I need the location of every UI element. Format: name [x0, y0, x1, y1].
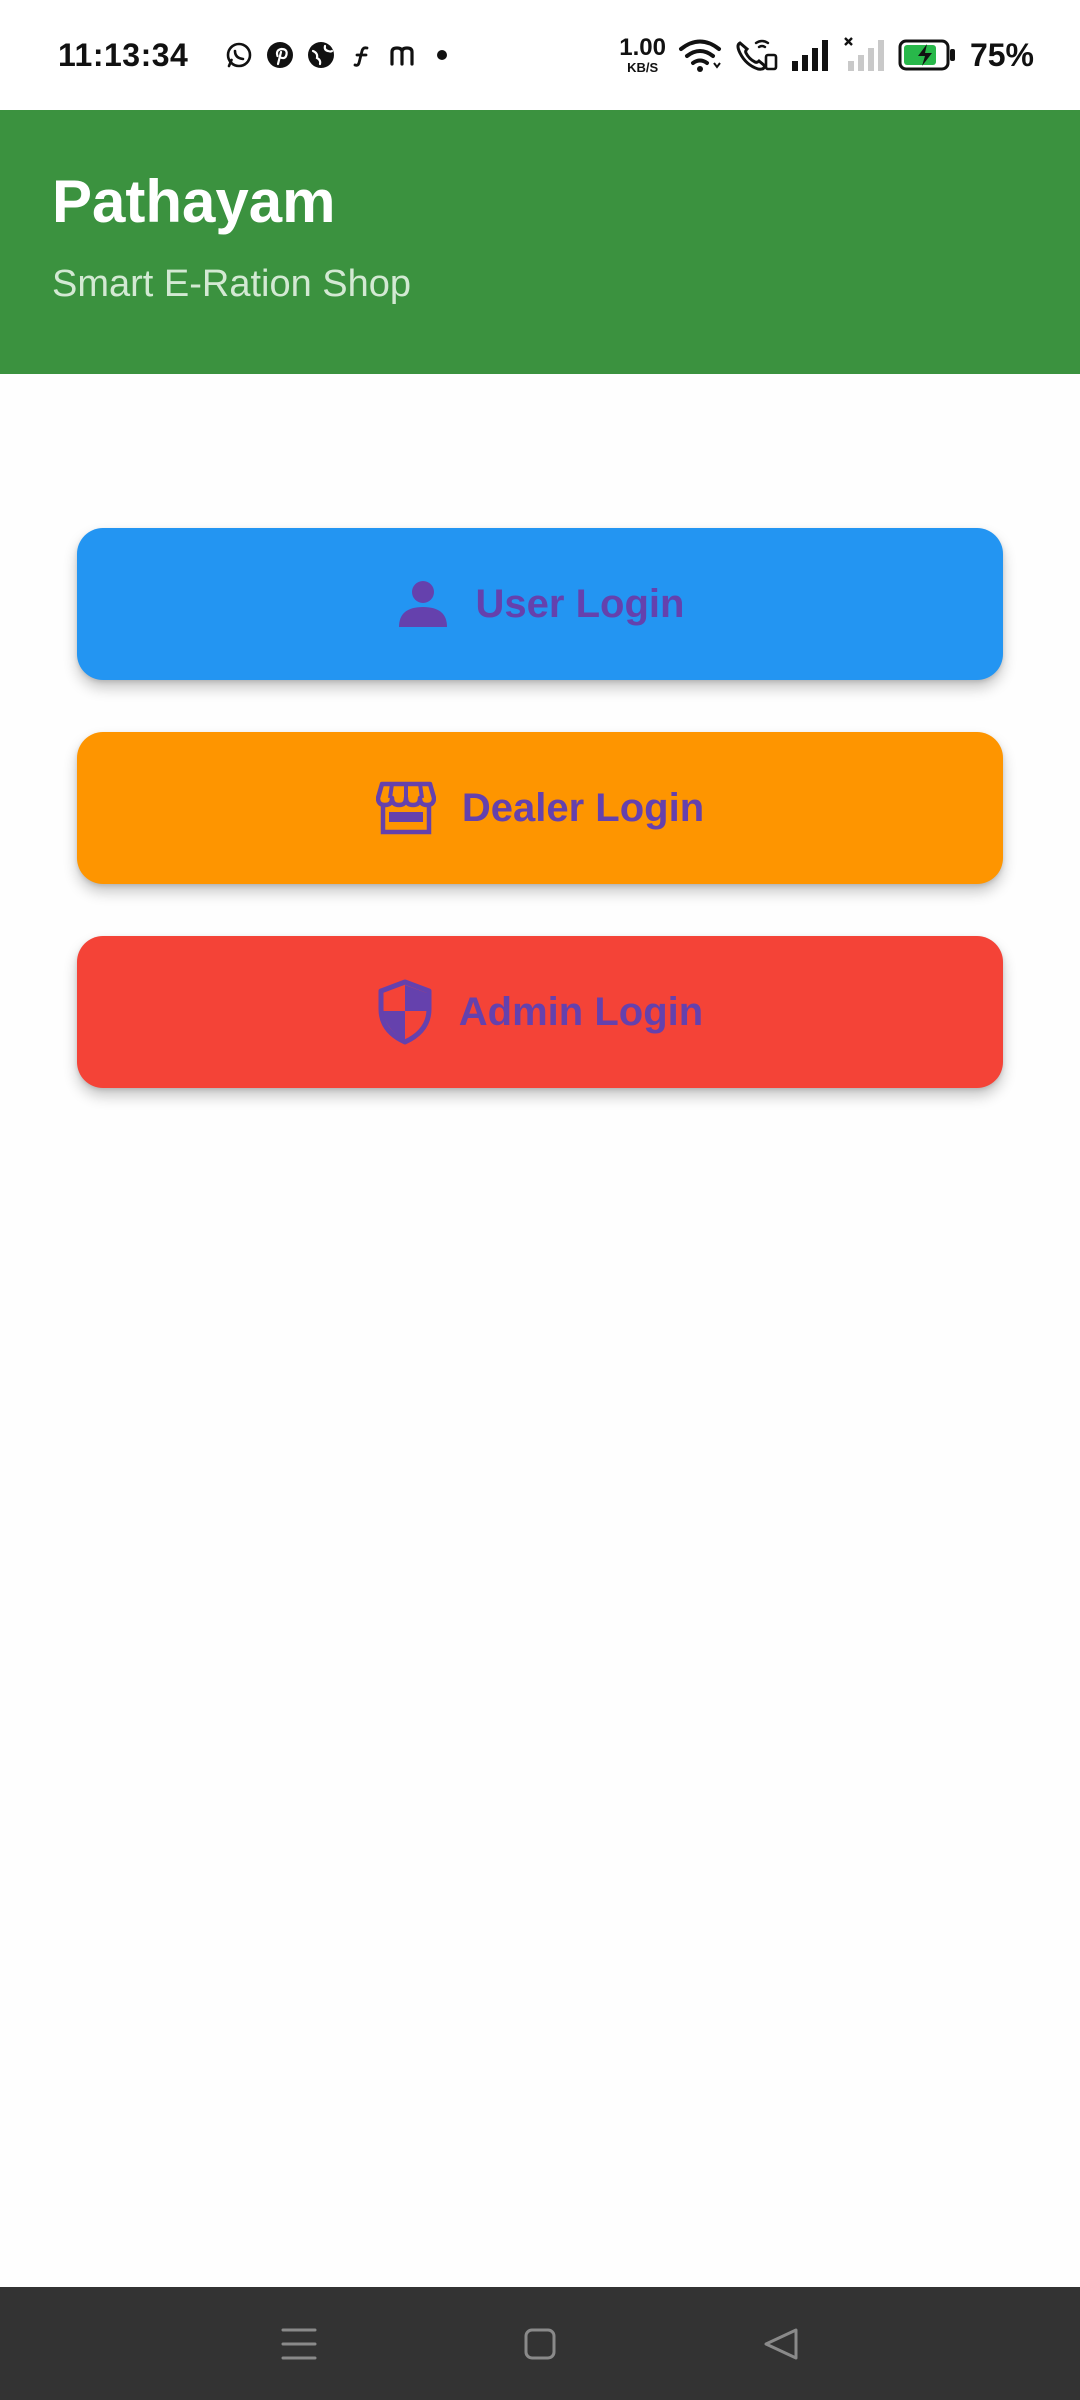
home-icon — [524, 2328, 556, 2359]
status-bar: 11:13:34 1.00 KB/S 75% — [0, 0, 1080, 110]
status-right: 1.00 KB/S 75% — [619, 34, 1034, 75]
wifi-icon — [678, 39, 721, 72]
home-button[interactable] — [500, 2304, 580, 2384]
dealer-login-label: Dealer Login — [461, 785, 705, 830]
battery-percent: 75% — [969, 36, 1034, 73]
dealer-login-button[interactable]: Dealer Login — [77, 732, 1003, 884]
wifi-call-icon — [736, 39, 778, 71]
function-icon — [353, 46, 369, 67]
signal-icon — [791, 40, 828, 71]
net-speed-unit: KB/S — [627, 60, 659, 75]
battery-icon — [898, 39, 955, 71]
back-button[interactable] — [741, 2304, 821, 2384]
admin-login-button[interactable]: Admin Login — [77, 936, 1003, 1088]
globe-icon — [308, 42, 335, 68]
navigation-bar — [0, 2287, 1080, 2400]
login-screen: 11:13:34 1.00 KB/S 75% Pathayam Smart E-… — [0, 0, 1080, 2400]
menu-icon — [281, 2328, 317, 2359]
dot-icon — [437, 50, 448, 60]
shield-icon — [377, 979, 433, 1045]
app-title: Pathayam — [52, 168, 336, 235]
user-login-label: User Login — [475, 581, 685, 626]
person-icon — [396, 577, 450, 631]
back-icon — [764, 2328, 798, 2359]
network-speed: 1.00 KB/S — [619, 34, 666, 75]
user-login-button[interactable]: User Login — [77, 528, 1003, 680]
admin-login-label: Admin Login — [458, 989, 704, 1034]
notification-icons — [224, 40, 448, 70]
pinterest-icon — [267, 42, 294, 68]
app-bar: Pathayam Smart E-Ration Shop — [0, 110, 1080, 374]
no-signal-icon — [844, 37, 884, 71]
recents-button[interactable] — [259, 2304, 339, 2384]
status-time: 11:13:34 — [58, 36, 189, 73]
m-icon — [390, 46, 414, 66]
app-subtitle: Smart E-Ration Shop — [52, 263, 412, 305]
net-speed-value: 1.00 — [619, 34, 666, 61]
whatsapp-icon — [227, 42, 252, 68]
storefront-icon — [375, 780, 436, 836]
